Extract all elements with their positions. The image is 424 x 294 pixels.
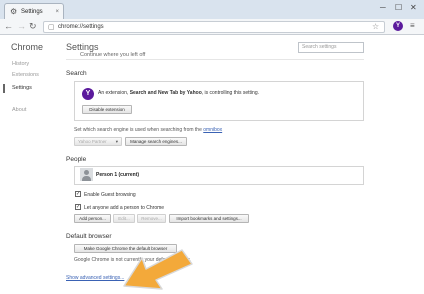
- omnibox-link[interactable]: omnibox: [203, 127, 222, 133]
- toolbar: ← → ↻ ▢ chrome://settings: [0, 19, 424, 35]
- import-bookmarks-button[interactable]: Import bookmarks and settings...: [169, 214, 249, 223]
- guest-browsing-checkbox[interactable]: ✓: [75, 191, 81, 197]
- sidebar-item-history[interactable]: History: [12, 61, 29, 67]
- person-name[interactable]: Person 1 (current): [96, 172, 139, 178]
- yahoo-extension-icon[interactable]: Y: [393, 21, 403, 31]
- people-section-title: People: [66, 156, 87, 163]
- search-settings-input[interactable]: Search settings: [298, 42, 364, 53]
- add-person-button[interactable]: Add person...: [74, 214, 111, 223]
- sidebar-item-settings[interactable]: Settings: [12, 85, 32, 91]
- avatar-icon: [80, 168, 93, 181]
- search-section-title: Search: [66, 70, 87, 77]
- search-engine-select-value: Yahoo Partner: [78, 139, 107, 144]
- show-advanced-settings-link[interactable]: Show advanced settings...: [66, 275, 124, 281]
- minimize-icon[interactable]: ─: [380, 3, 386, 13]
- anyone-add-person-label: Let anyone add a person to Chrome: [84, 205, 165, 211]
- tab-title: Settings: [21, 9, 43, 15]
- sidebar-item-extensions[interactable]: Extensions: [12, 72, 39, 78]
- callout-arrow-icon: [123, 249, 193, 290]
- close-window-icon[interactable]: ✕: [410, 3, 417, 13]
- chevron-down-icon: ▾: [115, 139, 118, 144]
- back-icon[interactable]: ←: [4, 21, 13, 32]
- sidebar-active-indicator: [3, 84, 5, 93]
- edit-person-button[interactable]: Edit...: [113, 214, 135, 223]
- yahoo-logo-icon: Y: [82, 88, 94, 100]
- sidebar-item-about[interactable]: About: [12, 107, 26, 113]
- guest-browsing-label: Enable Guest browsing: [84, 192, 136, 198]
- address-bar[interactable]: ▢ chrome://settings: [43, 21, 385, 33]
- manage-search-engines-button[interactable]: Manage search engines...: [125, 137, 187, 146]
- forward-icon[interactable]: →: [17, 21, 26, 32]
- extension-control-box: [74, 81, 364, 121]
- disable-extension-button[interactable]: Disable extension: [82, 105, 132, 114]
- star-icon[interactable]: ☆: [372, 22, 379, 32]
- gear-icon: ⚙: [10, 7, 18, 16]
- divider: [66, 59, 364, 60]
- tab-settings[interactable]: ⚙ Settings ×: [4, 3, 64, 19]
- page-icon: ▢: [48, 24, 55, 31]
- startup-option-text: Continue where you left off: [80, 52, 146, 58]
- reload-icon[interactable]: ↻: [29, 21, 37, 32]
- tab-close-icon[interactable]: ×: [55, 7, 59, 17]
- extension-message: An extension, Search and New Tab by Yaho…: [98, 90, 259, 96]
- search-engine-select[interactable]: Yahoo Partner ▾: [74, 137, 122, 146]
- menu-icon[interactable]: ≡: [410, 21, 415, 31]
- sidebar-title: Chrome: [11, 42, 44, 52]
- search-engine-description: Set which search engine is used when sea…: [74, 127, 223, 133]
- page-title: Settings: [66, 42, 99, 52]
- maximize-icon[interactable]: ☐: [395, 3, 402, 13]
- url-text: chrome://settings: [58, 24, 104, 30]
- default-browser-section-title: Default browser: [66, 233, 112, 240]
- anyone-add-person-checkbox[interactable]: ✓: [75, 204, 81, 210]
- remove-person-button[interactable]: Remove...: [137, 214, 166, 223]
